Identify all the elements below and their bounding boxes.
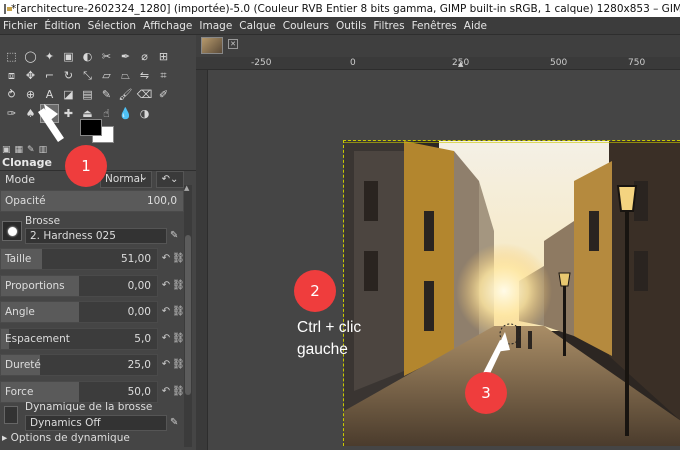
callout-3-badge: 3 [465,372,507,414]
instruction-text: Ctrl + clic gauche [297,317,361,361]
instruction-line-2: gauche [297,341,348,358]
callout-1-badge: 1 [65,145,107,187]
instruction-line-1: Ctrl + clic [297,319,362,336]
annotation-overlay [38,104,510,378]
annotation-arrowhead-3 [495,332,510,352]
callout-2-badge: 2 [294,270,336,312]
foreground-color-swatch[interactable] [80,119,102,136]
